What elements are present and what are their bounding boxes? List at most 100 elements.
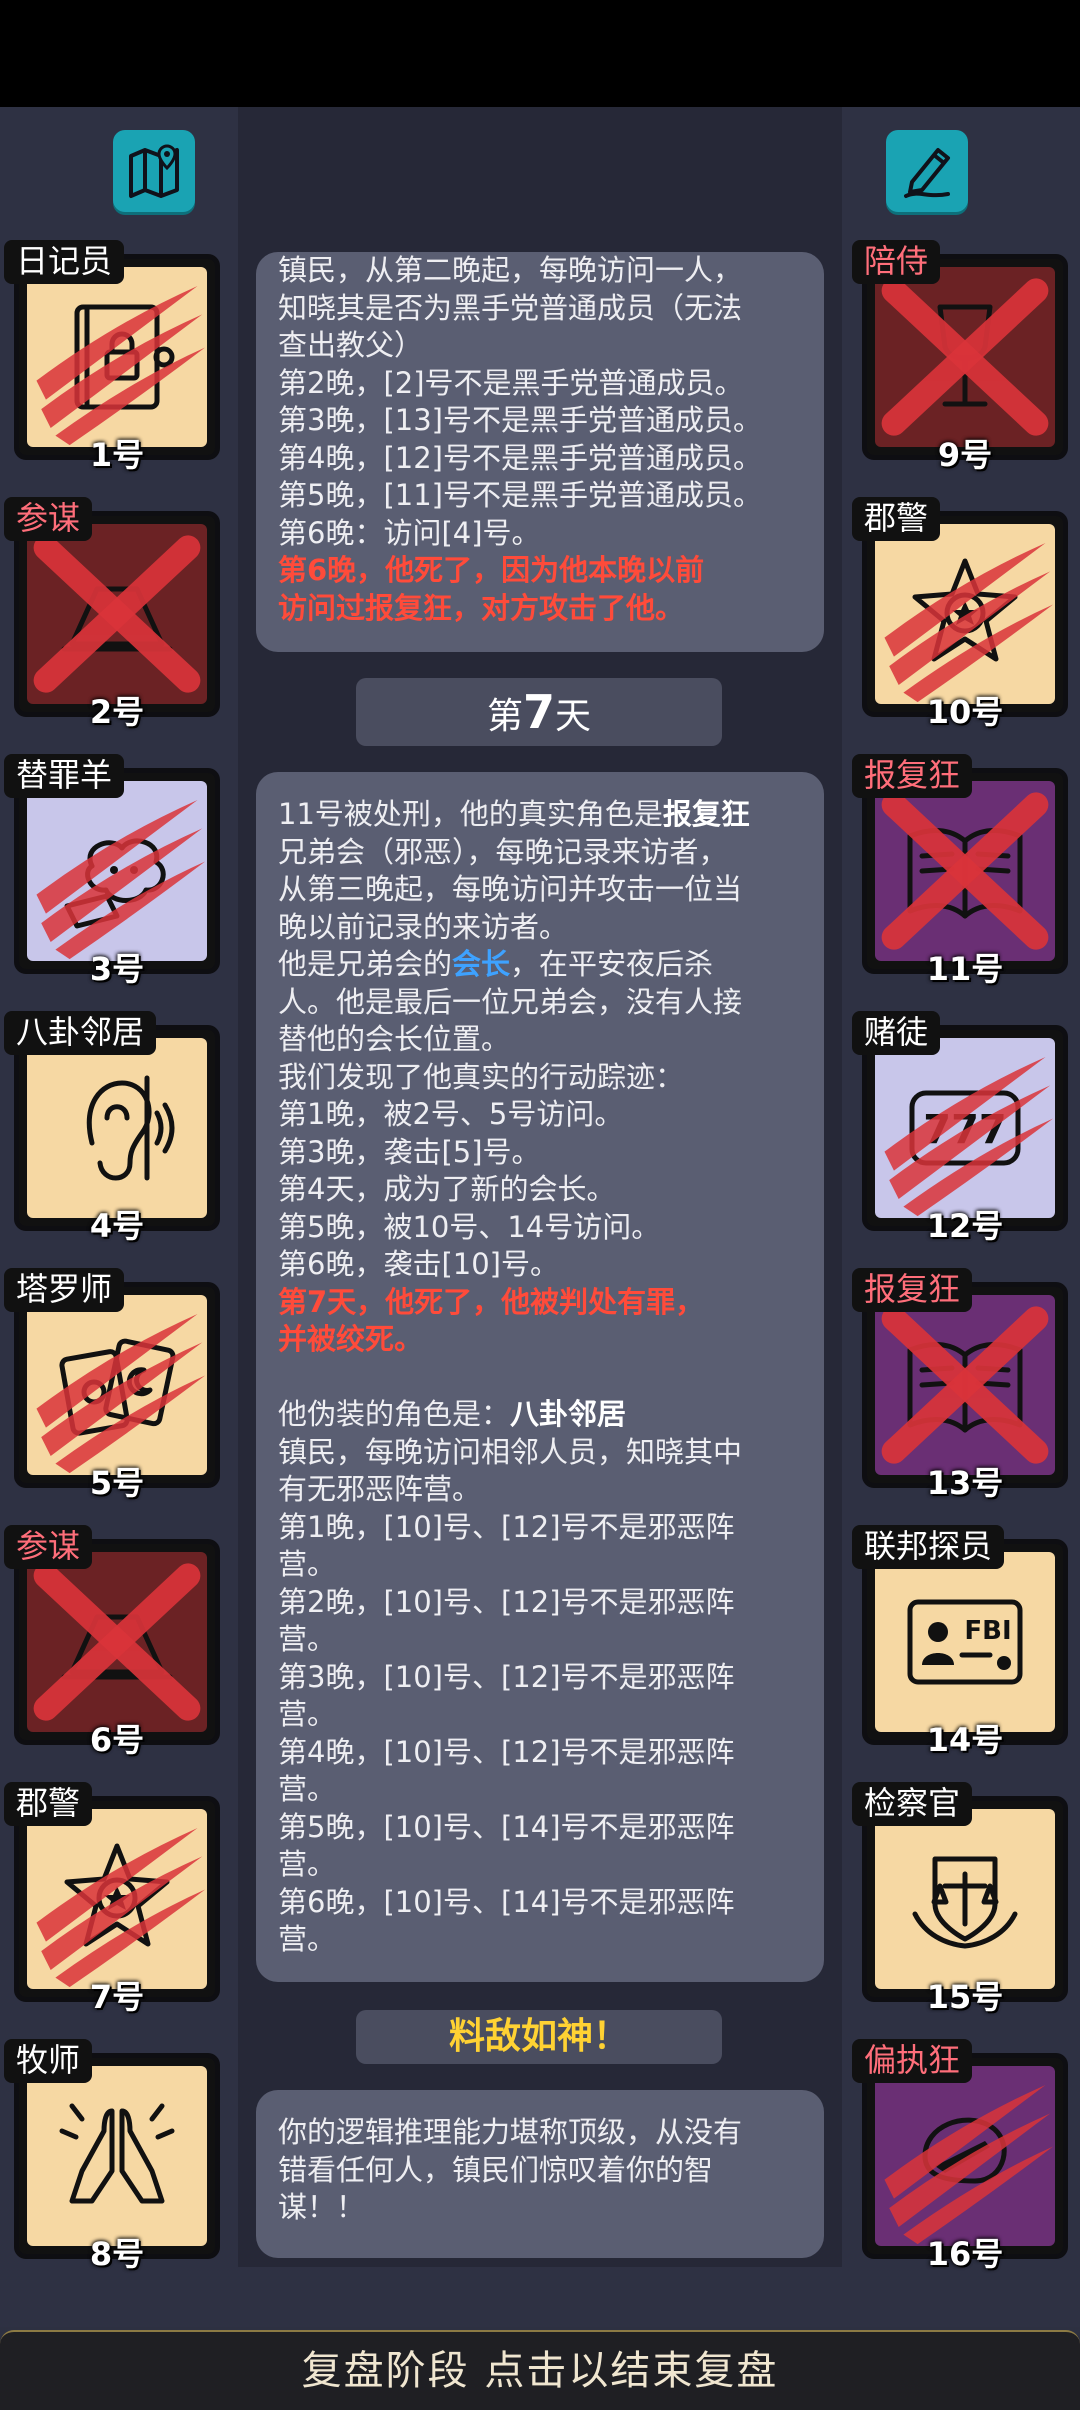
player-number: 6号 [89, 1721, 145, 1759]
player-number: 8号 [89, 2235, 145, 2273]
player-card[interactable]: 陪侍 9号 [852, 240, 1068, 474]
role-label: 参谋 [4, 1525, 93, 1569]
player-card[interactable]: 777 赌徒 12号 [852, 1011, 1068, 1245]
log-line: 人。他是最后一位兄弟会，没有人接 [278, 984, 743, 1019]
player-number: 15号 [926, 1978, 1004, 2016]
claw-scratch-mark [36, 1313, 206, 1474]
role-label: 郡警 [4, 1782, 93, 1826]
end-review-button[interactable]: 复盘阶段 点击以结束复盘 [0, 2330, 1080, 2410]
role-label: 报复狂 [852, 754, 973, 798]
eliminated-x-mark [33, 1563, 201, 1721]
log-highlight-line: 并被绞死。 [278, 1322, 424, 1356]
claw-scratch-mark [884, 2084, 1054, 2245]
player-card[interactable]: 郡警 10号 [852, 497, 1068, 731]
player-card[interactable]: 日记员 1号 [4, 240, 220, 474]
claw-scratch-mark [884, 542, 1054, 703]
log-line: 晚以前记录的来访者。 [278, 909, 569, 944]
player-card[interactable]: 郡警 7号 [4, 1782, 220, 2016]
claw-scratch-mark [884, 1056, 1054, 1217]
player-number: 14号 [926, 1721, 1004, 1759]
player-card[interactable]: 报复狂 11号 [852, 754, 1068, 988]
map-button[interactable] [113, 130, 195, 212]
log-line: 第4天，成为了新的会长。 [278, 1172, 616, 1206]
log-line: 第6晚，袭击[10]号。 [278, 1247, 559, 1281]
role-label: 替罪羊 [4, 754, 125, 798]
log-text: 11号被处刑，他的真实角色是 [278, 797, 663, 831]
log-line: 谋！！ [278, 2190, 366, 2224]
log-line: 营。 [278, 1547, 337, 1581]
role-label: 陪侍 [852, 240, 941, 284]
log-text: 他是兄弟会的 [278, 947, 453, 981]
role-label: 牧师 [4, 2039, 93, 2083]
eliminated-x-mark [881, 1306, 1049, 1464]
role-label: 塔罗师 [4, 1268, 125, 1312]
log-line: 营。 [278, 1622, 337, 1656]
player-card[interactable]: 牧师 8号 [4, 2039, 220, 2273]
role-label: 参谋 [4, 497, 93, 541]
map-icon [129, 144, 179, 198]
day-prefix: 第 [486, 696, 523, 737]
true-role: 报复狂 [662, 797, 750, 831]
player-card[interactable]: FBI 联邦探员 14号 [852, 1525, 1068, 1759]
log-spacer [278, 1359, 802, 1397]
log-line: 他是兄弟会的会长，在平安夜后杀 [278, 946, 802, 984]
player-number: 13号 [926, 1464, 1004, 1502]
justice-scales-icon [912, 1856, 1018, 1949]
role-label: 联邦探员 [852, 1525, 1005, 1569]
log-highlight-line: 第6晚，他死了，因为他本晚以前 [278, 553, 705, 587]
player-number: 5号 [89, 1464, 145, 1502]
player-number: 16号 [926, 2235, 1004, 2273]
role-label: 赌徒 [852, 1011, 941, 1055]
notes-button[interactable] [886, 130, 968, 212]
role-label: 偏执狂 [852, 2039, 973, 2083]
log-line: 我们发现了他真实的行动踪迹： [278, 1059, 685, 1094]
log-line: 第5晚，被10号、14号访问。 [278, 1209, 661, 1244]
claw-scratch-mark [36, 285, 206, 446]
day-label: 第7天 [356, 678, 722, 746]
log-text: 他伪装的角色是： [278, 1397, 511, 1431]
log-line: 第2晚，[2]号不是黑手党普通成员。 [278, 365, 744, 400]
player-card[interactable]: 塔罗师 5号 [4, 1268, 220, 1502]
player-card[interactable]: 参谋 6号 [4, 1525, 220, 1759]
day-number: 7 [522, 685, 555, 739]
player-card[interactable]: 报复狂 13号 [852, 1268, 1068, 1502]
eliminated-x-mark [881, 278, 1049, 436]
log-line: 他伪装的角色是：八卦邻居 [278, 1396, 802, 1434]
player-number: 11号 [926, 950, 1004, 988]
player-number: 10号 [926, 693, 1004, 731]
player-card[interactable]: 检察官 15号 [852, 1782, 1068, 2016]
status-bar [0, 0, 1080, 107]
card-art [27, 1038, 207, 1218]
log-line: 有无邪恶阵营。 [278, 1472, 482, 1506]
log-line: 第5晚，[11]号不是黑手党普通成员。 [278, 478, 762, 512]
log-line: 错看任何人，镇民们惊叹着你的智 [278, 2152, 714, 2187]
eliminated-x-mark [881, 792, 1049, 950]
disguise-role: 八卦邻居 [510, 1397, 627, 1431]
player-number: 3号 [89, 950, 145, 988]
player-card[interactable]: 偏执狂 16号 [852, 2039, 1068, 2273]
log-line: 第1晚，[10]号、[12]号不是邪恶阵 [278, 1509, 735, 1544]
log-highlight-line: 第7天，他死了，他被判处有罪， [278, 1284, 705, 1319]
ear-icon [86, 1075, 175, 1181]
player-card[interactable]: 替罪羊 3号 [4, 754, 220, 988]
claw-scratch-mark [36, 799, 206, 960]
log-line: 营。 [278, 1697, 337, 1731]
log-line: 营。 [278, 1772, 337, 1806]
role-label: 检察官 [852, 1782, 973, 1826]
role-label: 郡警 [852, 497, 941, 541]
log-highlight-line: 访问过报复狂，对方攻击了他。 [278, 590, 685, 625]
player-number: 2号 [89, 693, 145, 731]
player-card[interactable]: 参谋 2号 [4, 497, 220, 731]
edit-pen-icon [904, 148, 950, 198]
log-line: 营。 [278, 1922, 337, 1956]
verdict-label: 料敌如神！ [356, 2010, 722, 2064]
player-number: 12号 [926, 1207, 1004, 1245]
player-card[interactable]: 八卦邻居 4号 [4, 1011, 220, 1245]
log-line: 替他的会长位置。 [278, 1022, 511, 1056]
log-line: 11号被处刑，他的真实角色是报复狂 [278, 796, 802, 834]
leader-keyword[interactable]: 会长 [452, 947, 510, 981]
log-line: 第5晚，[10]号、[14]号不是邪恶阵 [278, 1809, 735, 1844]
summary-bubble: 你的逻辑推理能力堪称顶级，从没有 错看任何人，镇民们惊叹着你的智 谋！！ [256, 2090, 824, 2258]
card-art [27, 2066, 207, 2246]
svg-text:FBI: FBI [964, 1616, 1011, 1646]
